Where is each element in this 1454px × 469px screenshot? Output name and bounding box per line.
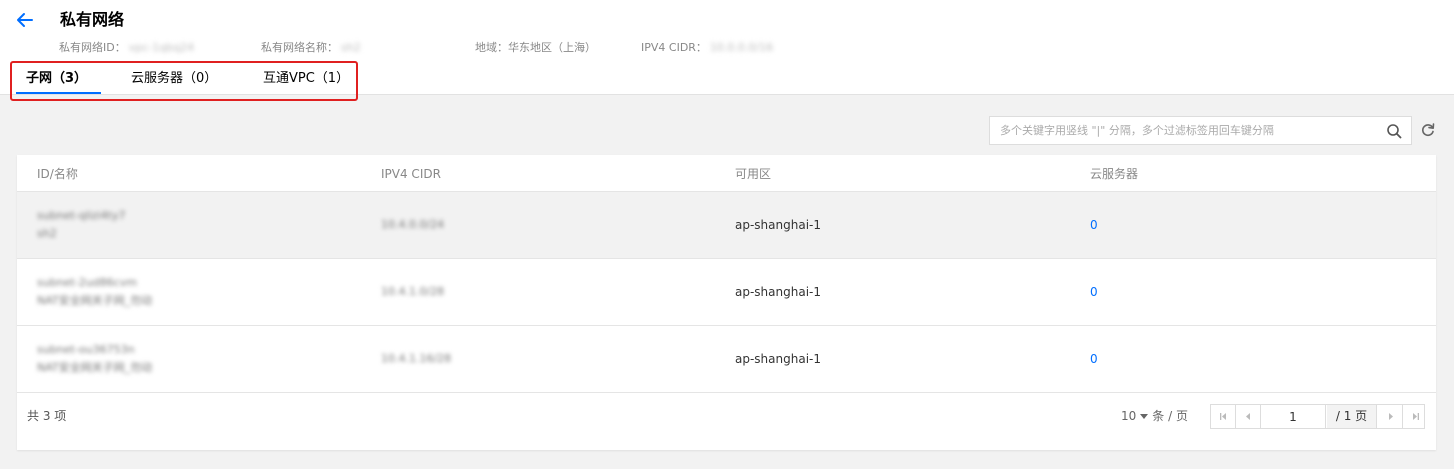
page-header: 私有网络 私有网络ID： vpc-1qbq24 私有网络名称： sh2 地域：华东地…	[0, 0, 1454, 101]
last-page-icon	[1413, 413, 1419, 420]
server-count-link[interactable]: 0	[1090, 216, 1098, 234]
vpc-name-info: 私有网络名称： sh2	[261, 41, 361, 54]
pagination: / 1 页	[1210, 404, 1425, 429]
col-servers: 云服务器	[1090, 167, 1139, 181]
caret-down-icon	[1140, 414, 1149, 419]
total-count: 共 3 项	[27, 409, 67, 423]
server-count-link[interactable]: 0	[1090, 283, 1098, 301]
table-row[interactable]: subnet-qlizi4ty7 sh2 10.4.0.0/24 ap-shan…	[17, 192, 1436, 259]
prev-page-icon	[1246, 413, 1250, 420]
subnet-table: ID/名称 IPV4 CIDR 可用区 云服务器 subnet-qlizi4ty…	[17, 155, 1436, 450]
subnet-zone: ap-shanghai-1	[735, 218, 821, 232]
back-arrow-icon[interactable]	[14, 9, 36, 31]
subnet-name: NAT安全网关子网_勿动	[37, 294, 153, 307]
tabs-highlight-box	[10, 61, 358, 101]
table-row[interactable]: subnet-ou36753n NAT安全网关子网_勿动 10.4.1.16/2…	[17, 326, 1436, 393]
page-number-input[interactable]	[1261, 405, 1326, 428]
next-page-button[interactable]	[1378, 405, 1403, 428]
subnet-name: sh2	[37, 227, 57, 240]
page-title: 私有网络	[60, 10, 125, 29]
vpc-id-info: 私有网络ID： vpc-1qbq24	[59, 41, 195, 54]
subnet-id[interactable]: subnet-2ud86cvm	[37, 274, 137, 292]
subnet-id[interactable]: subnet-ou36753n	[37, 341, 135, 359]
subnet-name: NAT安全网关子网_勿动	[37, 361, 153, 374]
subnet-cidr: 10.4.1.16/28	[381, 352, 452, 365]
subnet-id[interactable]: subnet-qlizi4ty7	[37, 207, 125, 225]
search-input[interactable]	[990, 117, 1378, 144]
search-icon[interactable]	[1386, 123, 1402, 139]
last-page-button[interactable]	[1403, 405, 1428, 428]
col-zone: 可用区	[735, 167, 772, 181]
cidr-info: IPV4 CIDR： 10.0.0.0/16	[641, 41, 774, 54]
col-id-name: ID/名称	[37, 167, 78, 181]
region-info: 地域：华东地区（上海）	[475, 41, 596, 54]
first-page-button[interactable]	[1211, 405, 1236, 428]
subnet-zone: ap-shanghai-1	[735, 285, 821, 299]
col-cidr: IPV4 CIDR	[381, 167, 441, 181]
table-row[interactable]: subnet-2ud86cvm NAT安全网关子网_勿动 10.4.1.0/28…	[17, 259, 1436, 326]
server-count-link[interactable]: 0	[1090, 350, 1098, 368]
refresh-icon[interactable]	[1419, 121, 1437, 139]
subnet-zone: ap-shanghai-1	[735, 352, 821, 366]
first-page-icon	[1220, 413, 1226, 420]
subnet-cidr: 10.4.0.0/24	[381, 218, 445, 231]
search-box	[989, 116, 1412, 145]
next-page-icon	[1389, 413, 1393, 420]
prev-page-button[interactable]	[1236, 405, 1261, 428]
page-size-select[interactable]: 10 条 / 页	[1121, 408, 1188, 424]
table-header: ID/名称 IPV4 CIDR 可用区 云服务器	[17, 155, 1436, 192]
total-pages: / 1 页	[1327, 405, 1377, 428]
subnet-cidr: 10.4.1.0/28	[381, 285, 445, 298]
